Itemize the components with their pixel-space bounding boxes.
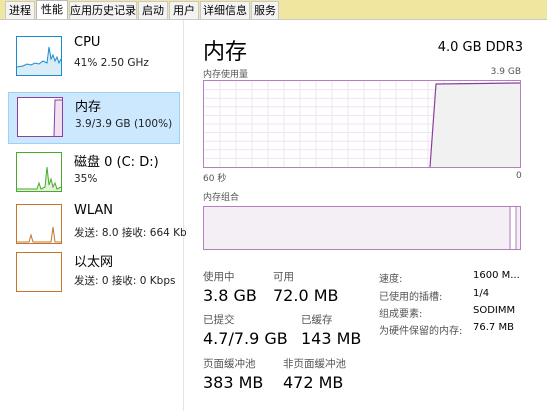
tab-app-history[interactable]: 应用历史记录 [69,1,137,19]
cpu-thumbnail-graph [16,36,62,76]
sidebar-item-subtitle: 35% [74,173,98,185]
tab-users[interactable]: 用户 [169,1,199,19]
speed-label: 速度: [379,274,403,285]
memory-detail-panel: 内存 4.0 GB DDR3 内存使用量 3.9 GB 60 秒 0 内存组合 … [183,20,547,411]
sidebar-item-subtitle: 3.9/3.9 GB (100%) [75,118,173,130]
ethernet-thumbnail-graph [16,252,62,292]
composition-label: 内存组合 [203,193,240,203]
nonpaged-pool-label: 非页面缓冲池 [283,358,346,370]
memory-thumbnail-graph [17,97,63,137]
sidebar-item-subtitle: 41% 2.50 GHz [74,57,149,69]
committed-label: 已提交 [203,314,235,326]
resource-sidebar: CPU 41% 2.50 GHz 内存 3.9/3.9 GB (100%) 磁盘… [0,20,187,411]
available-label: 可用 [273,271,294,283]
sidebar-item-label: CPU [74,35,101,50]
usage-graph-label: 内存使用量 [203,70,249,80]
sidebar-item-label: 以太网 [74,255,114,270]
sidebar-item-label: 内存 [75,100,102,115]
committed-value: 4.7/7.9 GB [203,329,288,348]
paged-pool-value: 383 MB [203,373,264,392]
form-factor-value: SODIMM [473,305,516,316]
hardware-reserved-value: 76.7 MB [473,322,514,333]
memory-composition-bar [203,206,521,250]
wlan-thumbnail-graph [16,204,62,244]
in-use-label: 使用中 [203,271,235,283]
tab-startup[interactable]: 启动 [138,1,168,19]
slots-used-label: 已使用的插槽: [379,292,443,303]
tab-performance[interactable]: 性能 [36,0,68,20]
tab-processes[interactable]: 进程 [5,1,35,19]
sidebar-item-subtitle: 发送: 8.0 接收: 664 Kb [74,227,187,239]
sidebar-item-cpu[interactable]: CPU 41% 2.50 GHz [8,32,180,84]
cached-value: 143 MB [301,329,362,348]
sidebar-item-label: 磁盘 0 (C: D:) [74,155,159,170]
performance-window: CPU 41% 2.50 GHz 内存 3.9/3.9 GB (100%) 磁盘… [0,19,547,411]
in-use-value: 3.8 GB [203,286,257,305]
memory-spec: 4.0 GB DDR3 [437,40,523,55]
usage-graph-max: 3.9 GB [490,67,521,77]
tab-details[interactable]: 详细信息 [200,1,250,19]
available-value: 72.0 MB [273,286,339,305]
time-axis-end: 0 [516,171,522,181]
tab-services[interactable]: 服务 [251,1,279,19]
cached-label: 已缓存 [301,314,333,326]
paged-pool-label: 页面缓冲池 [203,358,256,370]
nonpaged-pool-value: 472 MB [283,373,344,392]
speed-value: 1600 M... [473,270,520,281]
sidebar-item-wlan[interactable]: WLAN 发送: 8.0 接收: 664 Kb [8,200,187,252]
sidebar-item-ethernet[interactable]: 以太网 发送: 0 接收: 0 Kbps [8,248,180,300]
hardware-reserved-label: 为硬件保留的内存: [379,326,463,337]
tab-bar: 进程 性能 应用历史记录 启动 用户 详细信息 服务 [0,0,547,20]
sidebar-item-subtitle: 发送: 0 接收: 0 Kbps [74,275,176,287]
time-axis-start: 60 秒 [203,174,227,184]
sidebar-item-disk[interactable]: 磁盘 0 (C: D:) 35% [8,148,180,200]
memory-usage-graph [203,80,521,168]
sidebar-item-memory[interactable]: 内存 3.9/3.9 GB (100%) [8,92,180,144]
slots-used-value: 1/4 [473,288,490,299]
page-title: 内存 [203,40,248,65]
sidebar-item-label: WLAN [74,203,114,218]
form-factor-label: 组成要素: [379,309,423,320]
disk-thumbnail-graph [16,152,62,192]
